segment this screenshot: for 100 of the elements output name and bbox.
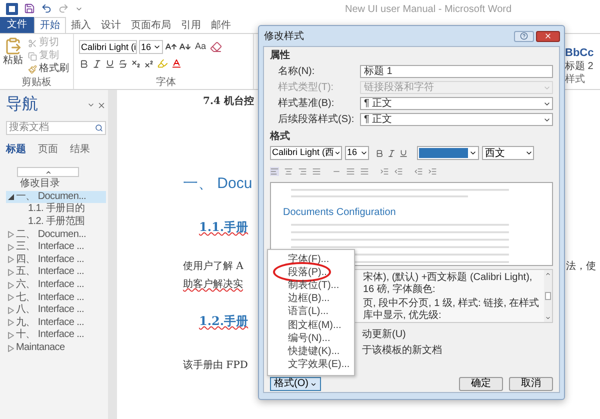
help-button[interactable] [514, 30, 534, 42]
pane-title: 导航 [6, 94, 38, 115]
field-label: 样式基准(B): [278, 96, 336, 111]
paste-button[interactable]: 粘贴 [0, 37, 26, 71]
tree-item[interactable]: 九、 Interface ... [6, 316, 106, 330]
scroll-thumb[interactable] [545, 292, 551, 300]
tree-item[interactable]: 1.2. 手册范围 [6, 216, 106, 228]
strikethrough-icon[interactable] [118, 58, 128, 68]
name-field[interactable]: 标题 1 [360, 65, 553, 78]
preview-heading: Documents Configuration [283, 206, 397, 220]
description-text: 页, 段中不分页, 1 级, 样式: 链接, 在样式库中显示, 优先级: [363, 298, 540, 322]
font-color-icon[interactable] [171, 58, 182, 69]
underline-icon[interactable] [105, 58, 115, 68]
expanded-triangle-icon [8, 194, 14, 200]
close-icon[interactable] [97, 100, 106, 110]
style-name: 标题 2 [565, 60, 594, 73]
pane-options-icon[interactable] [87, 101, 95, 109]
paragraph-text: 法，使 [566, 260, 596, 274]
menu-item[interactable]: 边框(B)... [288, 293, 330, 306]
save-icon[interactable] [24, 3, 35, 14]
tree-item[interactable]: 八、 Interface ... [6, 304, 106, 317]
paragraph-text: 使用户了解 A [183, 260, 244, 274]
caret-icon [525, 149, 533, 157]
close-button[interactable] [536, 30, 560, 42]
cancel-button[interactable]: 取消 [509, 377, 553, 391]
tree-item[interactable]: 二、 Documen... [6, 228, 106, 241]
search-field[interactable]: 搜索文档 [6, 121, 106, 135]
decrease-indent-icon[interactable] [414, 166, 423, 176]
window-title: New UI user Manual - Microsoft Word [345, 3, 512, 17]
ribbon-tab[interactable]: 开始 [34, 17, 66, 33]
change-case-button[interactable]: Aa [193, 40, 208, 54]
field-label: 名称(N): [278, 65, 316, 79]
tree-item[interactable]: 三、 Interface ... [6, 240, 106, 254]
close-icon [544, 32, 552, 40]
file-tab[interactable]: 文件 [0, 17, 34, 33]
tree-item[interactable]: 四、 Interface ... [6, 254, 106, 266]
paragraph-text: 助客户解决实 [183, 278, 243, 292]
undo-icon[interactable] [41, 3, 52, 14]
nav-tab[interactable]: 结果 [70, 144, 90, 156]
ribbon-tab[interactable]: 设计 [96, 17, 126, 33]
tree-item[interactable]: 1.1. 手册目的 [6, 203, 106, 216]
format-painter-button[interactable]: 格式刷 [28, 63, 69, 75]
format-button[interactable]: 格式(O) [270, 377, 322, 391]
caret-icon [360, 149, 368, 157]
align-center-icon[interactable] [284, 166, 293, 176]
align-right-icon[interactable] [298, 166, 307, 176]
double-spacing-icon[interactable] [360, 166, 369, 176]
ribbon-tab[interactable]: 邮件 [206, 17, 236, 33]
tree-item[interactable]: 一、 Documen... [6, 190, 106, 204]
ribbon-tab[interactable]: 引用 [176, 17, 206, 33]
menu-item[interactable]: 字体(F)... [288, 254, 330, 266]
caret-icon [469, 149, 477, 157]
group-label: 剪贴板 [20, 76, 52, 89]
ok-button[interactable]: 确定 [459, 377, 503, 391]
menu-item[interactable]: 图文框(M)... [288, 320, 342, 332]
radio-label: 于该模板的新文档 [362, 344, 442, 358]
style-dropdown[interactable]: ¶ 正文 [360, 113, 553, 126]
clear-formatting-icon[interactable] [210, 41, 222, 53]
style-preview: BbCc [565, 47, 595, 60]
menu-item[interactable]: 文字效果(E)... [288, 359, 350, 372]
font-size-field[interactable]: 16 [139, 40, 163, 54]
size-dropdown[interactable]: 16 [345, 146, 369, 160]
tree-item[interactable]: 七、 Interface ... [6, 291, 106, 304]
document-heading: 7.4 机台控 [203, 94, 254, 109]
menu-item[interactable]: 制表位(T)... [288, 280, 340, 292]
nav-tab[interactable]: 标题 [6, 144, 26, 156]
collapse-icon [44, 168, 52, 176]
bold-icon[interactable] [375, 148, 384, 158]
section-heading: 1.2.手册 [199, 312, 248, 330]
nav-tab[interactable]: 页面 [38, 144, 58, 156]
menu-item[interactable]: 段落(P)... [288, 266, 330, 279]
style-dropdown[interactable]: ¶ 正文 [360, 97, 553, 110]
align-left-icon[interactable] [270, 166, 279, 176]
superscript-icon[interactable] [144, 58, 154, 68]
tree-item[interactable]: Maintanace [6, 342, 106, 354]
menu-item[interactable]: 编号(N)... [288, 332, 330, 345]
underline-icon[interactable] [399, 148, 408, 158]
paintbrush-icon [28, 64, 37, 74]
menu-item[interactable]: 快捷键(K)... [288, 346, 340, 358]
field-label: 后续段落样式(S): [278, 112, 356, 127]
tree-item[interactable]: 六、 Interface ... [6, 278, 106, 292]
increase-indent-icon[interactable] [428, 166, 437, 176]
italic-icon[interactable] [92, 58, 102, 68]
scroll-up-icon [545, 271, 551, 277]
menu-item[interactable]: 语言(L)... [288, 306, 329, 318]
tree-item[interactable]: 五、 Interface ... [6, 266, 106, 279]
ribbon-tab[interactable]: 页面布局 [126, 17, 176, 33]
ribbon-tab[interactable]: 插入 [66, 17, 96, 33]
line-spacing-icon[interactable] [346, 166, 355, 176]
font-dropdown[interactable]: Calibri Light (西 [270, 146, 342, 160]
font-name-field[interactable]: Calibri Light (i [79, 40, 137, 54]
caret-icon [334, 149, 341, 157]
subscript-icon[interactable] [131, 58, 141, 68]
justify-icon[interactable] [312, 166, 321, 176]
bold-icon[interactable] [79, 58, 89, 68]
script-dropdown[interactable]: 西文 [482, 146, 534, 160]
tree-item[interactable]: 十、 Interface ... [6, 329, 106, 342]
help-icon [520, 32, 528, 40]
color-dropdown[interactable] [417, 146, 479, 160]
italic-icon[interactable] [387, 148, 396, 158]
